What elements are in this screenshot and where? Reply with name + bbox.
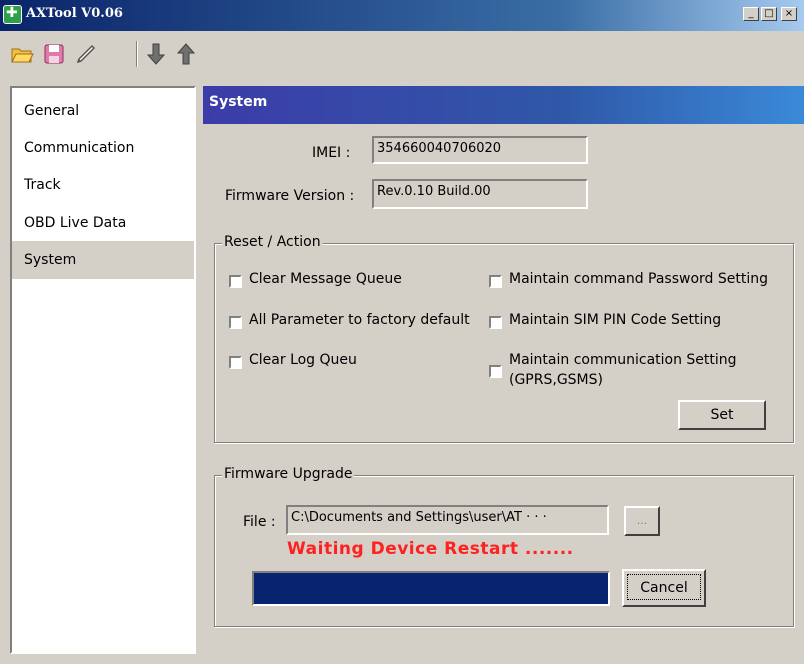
clear-log-queue-label: Clear Log Queu bbox=[249, 352, 357, 368]
sidebar-nav: General Communication Track OBD Live Dat… bbox=[10, 86, 196, 654]
imei-field[interactable]: 354660040706020 bbox=[372, 136, 588, 164]
clear-message-queue-checkbox[interactable] bbox=[229, 275, 242, 288]
sidebar-item-general[interactable]: General bbox=[12, 92, 194, 130]
set-button[interactable]: Set bbox=[678, 400, 766, 430]
minimize-button[interactable]: _ bbox=[743, 7, 759, 21]
cancel-button[interactable]: Cancel bbox=[622, 569, 706, 607]
sidebar-item-track[interactable]: Track bbox=[12, 166, 194, 204]
maintain-password-checkbox[interactable] bbox=[489, 275, 502, 288]
browse-button[interactable]: ... bbox=[624, 506, 660, 536]
firmware-version-label: Firmware Version : bbox=[225, 188, 355, 204]
sidebar-item-obd-live-data[interactable]: OBD Live Data bbox=[12, 204, 194, 242]
factory-default-label: All Parameter to factory default bbox=[249, 312, 470, 328]
open-folder-icon[interactable] bbox=[8, 40, 36, 68]
clear-message-queue-label: Clear Message Queue bbox=[249, 271, 402, 287]
firmware-upgrade-title: Firmware Upgrade bbox=[222, 466, 355, 482]
save-icon[interactable] bbox=[40, 40, 68, 68]
close-button[interactable]: × bbox=[781, 7, 797, 21]
file-path-field[interactable]: C:\Documents and Settings\user\AT · · · bbox=[286, 505, 609, 535]
cancel-button-label: Cancel bbox=[627, 574, 701, 600]
maintain-password-label: Maintain command Password Setting bbox=[509, 271, 768, 287]
maximize-button[interactable]: □ bbox=[761, 7, 777, 21]
sidebar-item-system[interactable]: System bbox=[12, 241, 194, 279]
imei-label: IMEI : bbox=[312, 145, 351, 161]
maintain-communication-label: Maintain communication Setting bbox=[509, 352, 737, 368]
window-title: AXTool V0.06 bbox=[26, 6, 123, 21]
section-header: System bbox=[203, 86, 804, 124]
app-icon bbox=[3, 5, 22, 24]
reset-action-title: Reset / Action bbox=[222, 234, 323, 250]
toolbar bbox=[0, 31, 804, 79]
maintain-sim-pin-label: Maintain SIM PIN Code Setting bbox=[509, 312, 722, 328]
upload-arrow-icon[interactable] bbox=[172, 40, 200, 68]
maintain-sim-pin-checkbox[interactable] bbox=[489, 316, 502, 329]
firmware-version-field[interactable]: Rev.0.10 Build.00 bbox=[372, 179, 588, 209]
clear-log-queue-checkbox[interactable] bbox=[229, 356, 242, 369]
factory-default-checkbox[interactable] bbox=[229, 316, 242, 329]
maintain-communication-checkbox[interactable] bbox=[489, 365, 502, 378]
file-label: File : bbox=[243, 514, 276, 530]
progress-bar bbox=[252, 571, 610, 606]
maintain-communication-sublabel: (GPRS,GSMS) bbox=[509, 372, 603, 388]
download-arrow-icon[interactable] bbox=[142, 40, 170, 68]
toolbar-separator bbox=[136, 41, 138, 67]
sidebar-item-communication[interactable]: Communication bbox=[12, 129, 194, 167]
edit-icon[interactable] bbox=[72, 40, 100, 68]
status-message: Waiting Device Restart ....... bbox=[287, 539, 574, 559]
